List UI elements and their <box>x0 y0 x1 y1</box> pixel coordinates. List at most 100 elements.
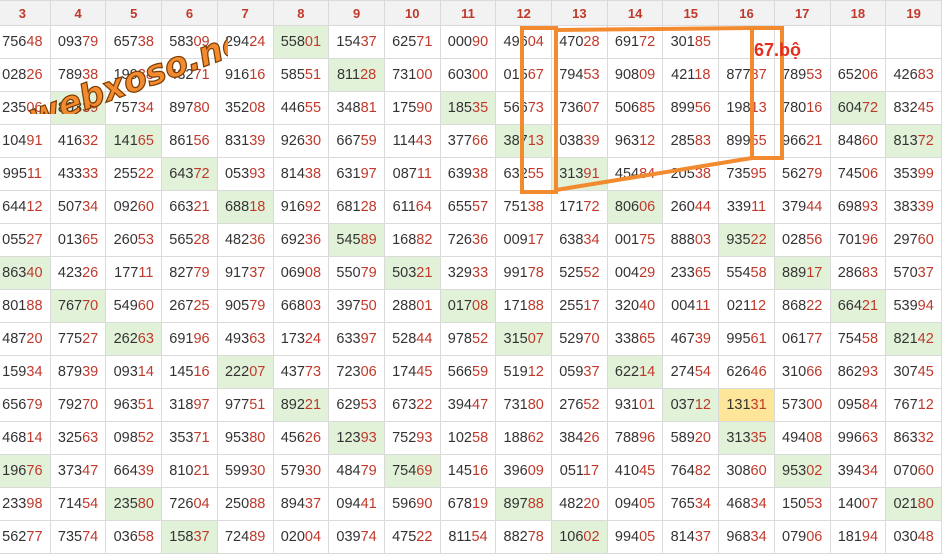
number-cell: 11443 <box>383 124 441 158</box>
number-cell: 83139 <box>216 124 274 158</box>
number-cell: 02004 <box>272 520 330 554</box>
number-cell: 66803 <box>272 289 330 323</box>
number-cell: 66421 <box>829 289 887 323</box>
number-cell: 06908 <box>272 256 330 290</box>
number-cell: 56659 <box>439 355 497 389</box>
number-cell: 54589 <box>328 223 385 257</box>
number-cell: 31335 <box>718 421 775 455</box>
number-cell: 63938 <box>439 157 497 191</box>
number-cell: 38713 <box>495 124 553 158</box>
number-cell: 58920 <box>662 421 720 455</box>
number-cell: 23398 <box>0 487 51 521</box>
number-cell: 02826 <box>0 58 51 92</box>
number-cell: 99511 <box>0 157 51 191</box>
table-row: 23398 71454 23580 72604 25088 89437 09441 59690… <box>0 487 942 521</box>
number-cell: 31066 <box>773 355 831 389</box>
number-cell: 76534 <box>662 487 720 521</box>
table-row: 80188 76770 54960 26725 90579 66803 39750 28801… <box>0 289 942 323</box>
number-cell: 73607 <box>551 91 608 125</box>
number-cell: 75293 <box>383 421 441 455</box>
column-header: 12 <box>495 0 553 26</box>
number-cell: 10602 <box>551 520 608 554</box>
number-cell: 80188 <box>0 289 51 323</box>
number-cell: 96621 <box>773 124 831 158</box>
number-cell: 57037 <box>885 256 942 290</box>
table-row: 65679 79270 96351 31897 97751 89221 62953 67322… <box>0 388 942 422</box>
number-cell: 96351 <box>105 388 163 422</box>
number-cell: 95302 <box>773 454 831 488</box>
number-cell: 18194 <box>829 520 887 554</box>
number-cell: 48236 <box>216 223 274 257</box>
number-cell: 97852 <box>439 322 497 356</box>
number-cell: 92630 <box>272 124 330 158</box>
number-cell: 26044 <box>662 190 720 224</box>
number-cell: 59930 <box>216 454 274 488</box>
number-cell: 52844 <box>383 322 441 356</box>
number-cell: 62646 <box>718 355 775 389</box>
number-cell: 37347 <box>49 454 107 488</box>
number-cell: 91692 <box>272 190 330 224</box>
number-cell: 01708 <box>439 289 497 323</box>
number-cell: 56528 <box>161 223 218 257</box>
number-cell: 82779 <box>161 256 218 290</box>
number-cell: 19938 <box>105 58 163 92</box>
number-cell: 00175 <box>606 223 664 257</box>
number-cell: 16882 <box>383 223 441 257</box>
number-cell: 42326 <box>49 256 107 290</box>
number-cell <box>718 25 775 59</box>
table-row: 46814 32563 09852 35371 95380 45626 12393 75293… <box>0 421 942 455</box>
number-cell: 47028 <box>551 25 608 59</box>
number-cell: 17188 <box>495 289 553 323</box>
number-cell: 09852 <box>105 421 163 455</box>
number-cell: 42118 <box>662 58 720 92</box>
column-header: 4 <box>49 0 107 26</box>
number-cell: 17172 <box>551 190 608 224</box>
number-cell: 09379 <box>49 25 107 59</box>
number-cell: 99663 <box>829 421 887 455</box>
number-cell: 88917 <box>773 256 831 290</box>
number-cell: 37944 <box>773 190 831 224</box>
number-cell: 15437 <box>328 25 385 59</box>
number-cell: 59690 <box>383 487 441 521</box>
column-header: 18 <box>829 0 887 26</box>
number-cell: 50734 <box>49 190 107 224</box>
number-cell: 56277 <box>0 520 51 554</box>
number-cell: 49363 <box>216 322 274 356</box>
number-cell: 99561 <box>718 322 775 356</box>
number-cell: 60300 <box>439 58 497 92</box>
number-cell: 56279 <box>773 157 831 191</box>
number-cell: 05527 <box>0 223 51 257</box>
number-cell: 65206 <box>829 58 887 92</box>
number-cell: 89956 <box>662 91 720 125</box>
number-cell: 57930 <box>272 454 330 488</box>
number-cell: 31507 <box>495 322 553 356</box>
number-cell: 64372 <box>161 157 218 191</box>
number-cell: 73574 <box>49 520 107 554</box>
number-cell: 72604 <box>161 487 218 521</box>
number-cell: 60472 <box>829 91 887 125</box>
number-cell: 43773 <box>272 355 330 389</box>
number-cell: 05393 <box>216 157 274 191</box>
number-cell: 39609 <box>495 454 553 488</box>
number-cell: 18535 <box>439 91 497 125</box>
number-cell: 68128 <box>328 190 385 224</box>
number-cell: 39750 <box>328 289 385 323</box>
number-cell: 09314 <box>105 355 163 389</box>
number-cell: 14516 <box>439 454 497 488</box>
number-cell: 31391 <box>551 157 608 191</box>
number-cell: 38339 <box>885 190 942 224</box>
number-cell: 75648 <box>0 25 51 59</box>
number-cell: 33865 <box>606 322 664 356</box>
number-cell: 02856 <box>773 223 831 257</box>
number-cell: 13131 <box>718 388 775 422</box>
number-cell: 63255 <box>495 157 553 191</box>
number-cell: 15053 <box>773 487 831 521</box>
column-header: 9 <box>328 0 385 26</box>
number-cell: 67819 <box>439 487 497 521</box>
number-cell: 35208 <box>216 91 274 125</box>
number-cell: 00411 <box>662 289 720 323</box>
number-cell: 89437 <box>272 487 330 521</box>
number-cell: 17445 <box>383 355 441 389</box>
number-cell: 52970 <box>551 322 608 356</box>
number-cell: 75138 <box>495 190 553 224</box>
